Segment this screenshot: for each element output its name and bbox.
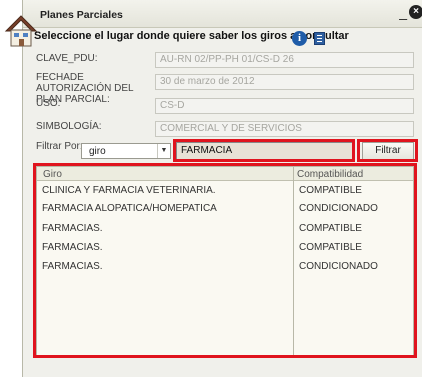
document-icon[interactable] [314,32,325,45]
simbologia-field: COMERCIAL Y DE SERVICIOS [155,121,414,137]
window-titlebar[interactable]: Planes Parciales _ × [23,0,422,28]
window-title: Planes Parciales [40,9,123,21]
button-highlight-box [357,139,418,162]
input-highlight-box [173,139,355,162]
fecha-autorizacion-field: 30 de marzo de 2012 [155,74,414,90]
clave-pdu-field: AU-RN 02/PP-PH 01/CS-D 26 [155,52,414,68]
filter-select-value: giro [89,146,106,157]
chevron-down-icon[interactable]: ▼ [157,144,170,158]
filter-select[interactable]: giro ▼ [81,143,171,159]
uso-label: USO: [36,98,61,109]
simbologia-label: SIMBOLOGÍA: [36,121,102,132]
info-icon[interactable]: i [292,31,307,46]
uso-field: CS-D [155,98,414,114]
house-icon [4,15,38,47]
close-button[interactable]: × [409,5,422,19]
filtrar-por-label: Filtrar Por: [36,141,83,152]
minimize-button[interactable]: _ [399,4,407,20]
clave-pdu-label: CLAVE_PDU: [36,53,98,64]
grid-highlight-box [33,163,417,358]
